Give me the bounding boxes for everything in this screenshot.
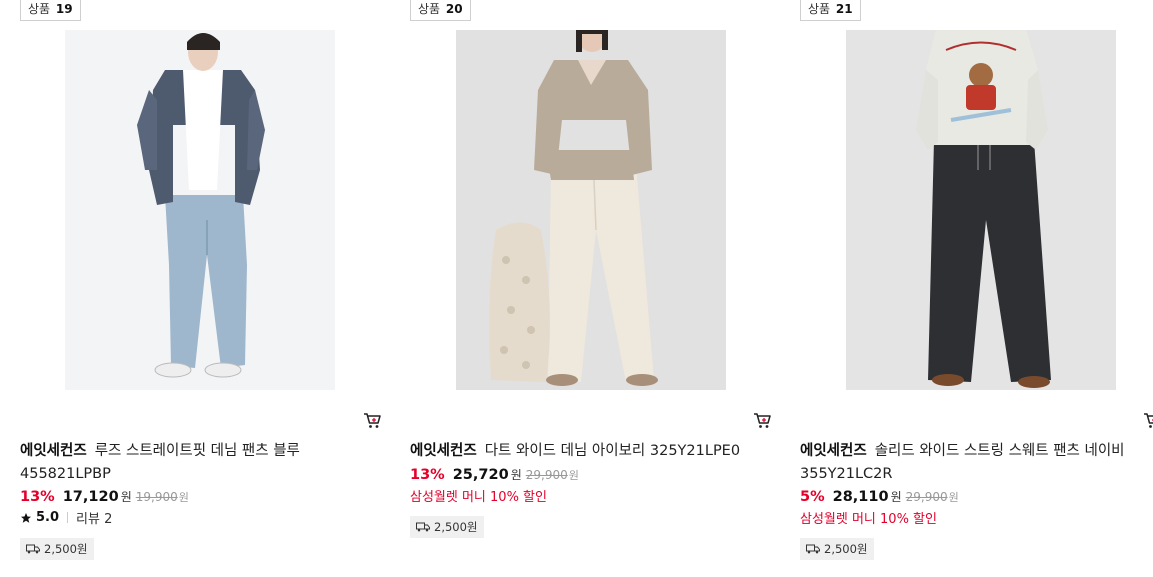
sale-price: 17,120 [62,489,119,505]
badge-number: 21 [835,2,853,16]
product-rank-badge: 상품 20 [410,0,471,21]
original-price: 29,900 [905,490,948,504]
badge-label: 상품 [418,2,441,16]
shipping-badge: 2,500원 [20,538,94,560]
shipping-fee: 2,500원 [824,542,868,556]
price-row: 13% 17,120 원 19,900원 [20,488,189,505]
product-card-19[interactable]: 상품 19 에잇세컨즈 루즈 스트레이트핏 데님 팬츠 블루 455821LPB… [20,0,390,577]
original-price: 19,900 [135,490,178,504]
product-card-21[interactable]: 상품 21 에잇세컨즈 솔리드 와이드 스트링 스웨트 팬츠 네이비 355Y2… [800,0,1153,577]
divider [67,512,69,523]
currency-label: 원 [890,490,902,504]
badge-number: 20 [445,2,463,16]
review-count[interactable]: 리뷰 2 [76,508,112,527]
cart-icon[interactable] [362,410,382,430]
discount-rate: 5% [800,489,825,505]
discount-rate: 13% [410,467,445,483]
badge-number: 19 [55,2,73,16]
shipping-badge: 2,500원 [800,538,874,560]
product-image[interactable] [846,30,1116,390]
cart-icon[interactable] [752,410,772,430]
price-row: 13% 25,720 원 29,900원 [410,466,579,483]
rating-row: 5.0 리뷰 2 [20,508,112,527]
original-currency: 원 [948,491,959,504]
product-card-20[interactable]: 상품 20 에잇세컨즈 다트 와이드 데님 아이보리 325Y21LPE0 13… [410,0,780,577]
brand-name: 에잇세컨즈 [800,443,867,459]
currency-label: 원 [510,468,522,482]
badge-label: 상품 [28,2,51,16]
product-rank-badge: 상품 21 [800,0,861,21]
shipping-fee: 2,500원 [44,542,88,556]
product-image[interactable] [65,30,335,390]
product-title[interactable]: 에잇세컨즈 솔리드 와이드 스트링 스웨트 팬츠 네이비 355Y21LC2R [800,440,1145,486]
truck-icon [416,522,430,532]
badge-label: 상품 [808,2,831,16]
original-currency: 원 [568,469,579,482]
sale-price: 28,110 [832,489,889,505]
cart-icon[interactable] [1142,410,1153,430]
promo-text: 삼성월렛 머니 10% 할인 [410,490,547,505]
brand-name: 에잇세컨즈 [20,443,87,459]
product-rank-badge: 상품 19 [20,0,81,21]
truck-icon [806,544,820,554]
currency-label: 원 [120,490,132,504]
price-row: 5% 28,110 원 29,900원 [800,488,959,505]
discount-rate: 13% [20,489,55,505]
product-image[interactable] [456,30,726,390]
brand-name: 에잇세컨즈 [410,443,477,459]
promo-text: 삼성월렛 머니 10% 할인 [800,512,937,527]
star-icon [21,512,31,523]
shipping-badge: 2,500원 [410,516,484,538]
shipping-fee: 2,500원 [434,520,478,534]
rating-score: 5.0 [36,510,60,525]
product-title[interactable]: 에잇세컨즈 다트 와이드 데님 아이보리 325Y21LPE0 [410,440,755,463]
original-currency: 원 [178,491,189,504]
product-name: 다트 와이드 데님 아이보리 325Y21LPE0 [484,443,741,459]
original-price: 29,900 [525,468,568,482]
sale-price: 25,720 [452,467,509,483]
truck-icon [26,544,40,554]
product-title[interactable]: 에잇세컨즈 루즈 스트레이트핏 데님 팬츠 블루 455821LPBP [20,440,365,486]
